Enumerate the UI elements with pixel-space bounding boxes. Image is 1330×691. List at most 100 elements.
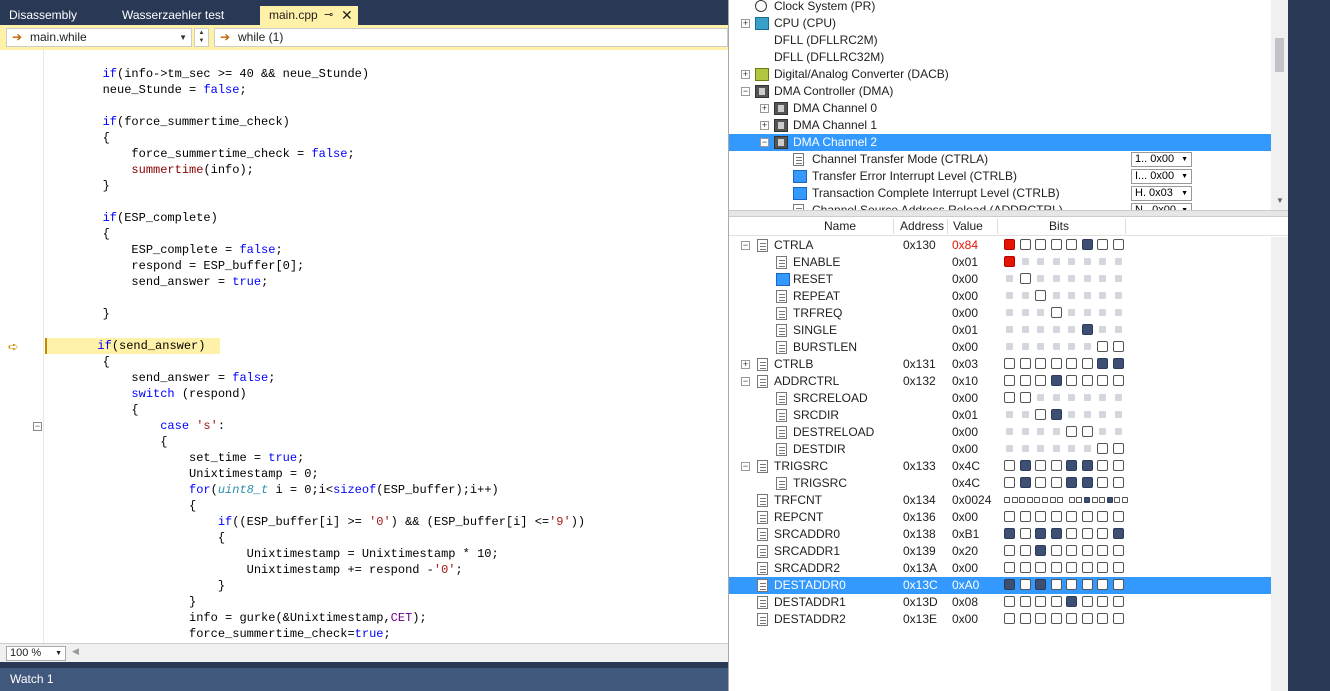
register-bit[interactable] [1004,562,1015,573]
collapse-icon[interactable]: − [33,422,42,431]
register-bit[interactable] [1081,358,1093,369]
register-value[interactable]: 0x08 [952,594,978,611]
register-bit[interactable] [1076,497,1083,503]
register-value[interactable]: 0x00 [952,560,978,577]
code-line[interactable]: if((ESP_buffer[i] >= '0') && (ESP_buffer… [45,514,585,530]
register-bit[interactable] [1112,460,1124,471]
register-row[interactable]: SRCADDR2 0x13A 0x00 [729,560,1271,577]
register-bit[interactable] [1114,497,1121,503]
register-bit[interactable] [1026,497,1033,503]
register-bit[interactable] [1112,239,1124,250]
register-bit[interactable] [1097,528,1108,539]
register-bit[interactable] [1081,324,1093,335]
register-bit[interactable] [1081,460,1093,471]
register-bit[interactable] [1004,239,1015,250]
collapse-icon[interactable]: − [741,241,750,250]
field-value-dropdown[interactable]: 1.. 0x00 ▼ [1131,152,1192,167]
close-icon[interactable]: ✕ [341,6,353,25]
code-line[interactable]: { [45,498,196,514]
register-bit[interactable] [1066,239,1077,250]
register-bit[interactable] [1019,460,1031,471]
register-bit[interactable] [1050,562,1062,573]
register-row[interactable]: ENABLE 0x01 [729,254,1271,271]
collapse-icon[interactable]: − [760,138,769,147]
register-bit[interactable] [1066,613,1077,624]
register-bit[interactable] [1057,497,1064,503]
register-bit[interactable] [1050,579,1062,590]
register-bit[interactable] [1004,256,1015,267]
register-bit[interactable] [1050,239,1062,250]
register-value[interactable]: 0x03 [952,356,978,373]
code-line[interactable]: { [45,530,225,546]
register-bit[interactable] [1019,511,1031,522]
register-bit[interactable] [1035,460,1046,471]
register-bit[interactable] [1035,290,1046,301]
register-bit[interactable] [1019,579,1031,590]
register-bit[interactable] [1004,528,1015,539]
code-editor[interactable]: ➪ − if(info->tm_sec >= 40 && neue_Stunde… [0,50,728,643]
register-bit[interactable] [1004,375,1015,386]
code-line[interactable]: { [45,226,110,242]
code-line[interactable]: { [45,402,138,418]
register-value[interactable]: 0x01 [952,407,978,424]
tree-item[interactable]: + Digital/Analog Converter (DACB) [729,66,1271,83]
code-line[interactable]: { [45,354,110,370]
register-row[interactable]: − TRIGSRC 0x133 0x4C [729,458,1271,475]
panel-splitter[interactable] [729,210,1289,217]
register-bit[interactable] [1050,358,1062,369]
code-line[interactable]: Unixtimestamp = Unixtimestamp * 10; [45,546,499,562]
code-line[interactable]: } [45,178,110,194]
register-row[interactable]: DESTRELOAD 0x00 [729,424,1271,441]
register-row[interactable]: − CTRLA 0x130 0x84 [729,237,1271,254]
scroll-left-icon[interactable]: ◀ [72,646,79,657]
register-bit[interactable] [1112,358,1124,369]
register-bit[interactable] [1112,443,1124,454]
register-bit[interactable] [1050,460,1062,471]
register-bit[interactable] [1066,545,1077,556]
register-bit[interactable] [1112,477,1124,488]
code-line[interactable]: send_answer = false; [45,370,275,386]
register-row[interactable]: SINGLE 0x01 [729,322,1271,339]
code-line[interactable]: respond = ESP_buffer[0]; [45,258,304,274]
tab-wasserzaehler-test[interactable]: Wasserzaehler test [113,6,259,25]
register-bit[interactable] [1011,497,1018,503]
watch-window-title[interactable]: Watch 1 [0,668,728,691]
register-bit[interactable] [1004,579,1015,590]
zoom-dropdown[interactable]: 100 % ▼ [6,646,66,661]
code-line[interactable]: Unixtimestamp = 0; [45,466,319,482]
register-bit[interactable] [1035,375,1046,386]
register-row[interactable]: REPEAT 0x00 [729,288,1271,305]
code-line[interactable]: { [45,130,110,146]
register-bit[interactable] [1035,545,1046,556]
register-row[interactable]: + CTRLB 0x131 0x03 [729,356,1271,373]
register-bit[interactable] [1112,545,1124,556]
register-row[interactable]: SRCADDR1 0x139 0x20 [729,543,1271,560]
pin-icon[interactable]: ⊸ [324,6,333,25]
register-bit[interactable] [1084,497,1090,503]
code-line[interactable]: if(send_answer) [45,338,220,354]
register-row[interactable]: TRFCNT 0x134 0x0024 [729,492,1271,509]
register-bit[interactable] [1019,392,1031,403]
register-value[interactable]: 0x00 [952,424,978,441]
register-bit[interactable] [1097,375,1108,386]
collapse-icon[interactable]: − [741,377,750,386]
member-dropdown[interactable]: ➔ while (1) [214,28,728,47]
code-line[interactable]: send_answer = true; [45,274,268,290]
scroll-down-icon[interactable]: ▼ [1276,196,1284,205]
register-bit[interactable] [1066,477,1077,488]
register-bit[interactable] [1004,596,1015,607]
register-bit[interactable] [1081,613,1093,624]
register-bit[interactable] [1066,460,1077,471]
column-header-name[interactable]: Name [824,217,856,236]
register-bit[interactable] [1066,511,1077,522]
tab-main-cpp[interactable]: main.cpp ⊸ ✕ [260,6,358,25]
register-value[interactable]: 0x0024 [952,492,991,509]
register-bit[interactable] [1081,545,1093,556]
register-bit[interactable] [1112,511,1124,522]
expand-icon[interactable]: + [760,121,769,130]
register-bit[interactable] [1035,596,1046,607]
register-bit[interactable] [1050,545,1062,556]
register-bit[interactable] [1081,562,1093,573]
column-header-value[interactable]: Value [953,217,983,236]
register-bit[interactable] [1097,460,1108,471]
